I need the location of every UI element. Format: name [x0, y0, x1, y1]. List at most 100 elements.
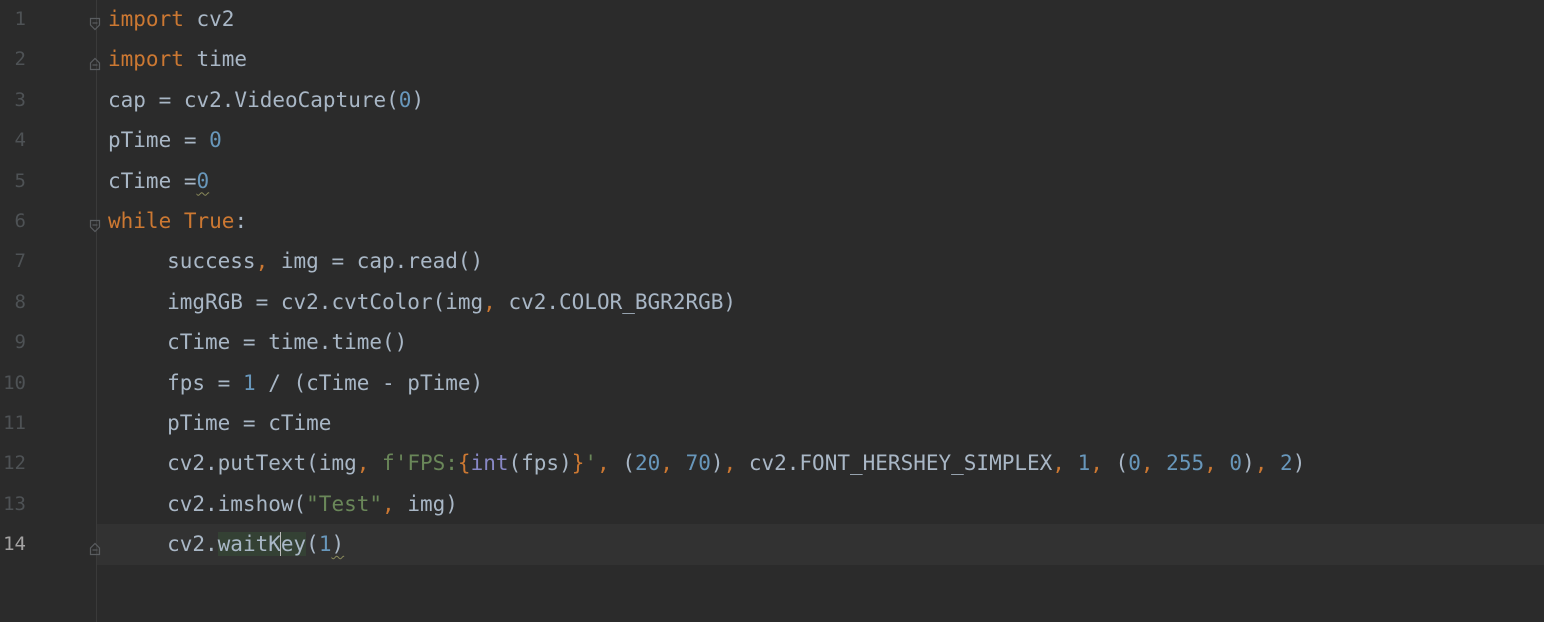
code-line[interactable]: cv2.waitKey(1) — [167, 524, 344, 564]
code-token: time — [183, 47, 248, 72]
code-token: , — [483, 289, 496, 314]
code-token: cv2.FONT_HERSHEY_SIMPLEX — [736, 451, 1053, 476]
code-token: , — [1254, 451, 1268, 476]
line-number: 2 — [14, 48, 26, 71]
code-line[interactable]: import cv2 — [108, 0, 234, 39]
code-token: , — [660, 451, 673, 476]
code-token: pTime = cTime — [167, 411, 332, 435]
fold-end-icon[interactable] — [89, 537, 101, 556]
code-token: 1 — [318, 532, 332, 557]
code-token: int — [470, 451, 509, 476]
code-line[interactable]: while True: — [108, 201, 247, 241]
code-token: True — [183, 209, 235, 233]
code-token: ( — [1102, 451, 1129, 476]
line-number: 12 — [3, 452, 26, 475]
fold-end-icon[interactable] — [89, 52, 101, 71]
line-number: 5 — [14, 169, 26, 192]
code-token: cv2.putText(img — [167, 451, 357, 476]
code-token: : — [234, 209, 248, 233]
code-token: { — [457, 451, 471, 476]
code-token: cv2 — [183, 7, 235, 31]
code-line[interactable]: cv2.putText(img, f'FPS:{int(fps)}', (20,… — [167, 443, 1305, 483]
code-token: imgRGB = cv2.cvtColor(img — [167, 289, 484, 314]
code-token: 0 — [1229, 451, 1243, 476]
code-token: , — [255, 249, 269, 274]
code-token: 0 — [1128, 451, 1141, 476]
code-token: cTime = time.time() — [167, 330, 408, 355]
line-number: 6 — [14, 210, 26, 232]
code-token: cv2.imshow( — [167, 491, 307, 516]
code-line[interactable]: cTime =0 — [108, 161, 209, 201]
code-token: } — [571, 451, 585, 476]
code-token: cv2.COLOR_BGR2RGB) — [495, 289, 737, 314]
code-token: , — [1204, 451, 1217, 476]
code-token: waitK — [217, 532, 281, 557]
code-token: while — [108, 209, 172, 233]
line-number: 10 — [3, 371, 26, 394]
code-line[interactable]: fps = 1 / (cTime - pTime) — [167, 363, 483, 403]
code-token: (fps) — [508, 451, 572, 476]
code-line[interactable]: cap = cv2.VideoCapture(0) — [108, 80, 424, 120]
code-token: 1 — [1077, 451, 1091, 476]
fold-start-icon[interactable] — [89, 214, 101, 233]
code-token: cTime = — [108, 168, 197, 193]
code-line[interactable]: pTime = cTime — [167, 403, 331, 443]
code-token: img = cap.read() — [268, 249, 484, 274]
code-token: import — [108, 7, 184, 31]
code-token: ) — [1242, 451, 1255, 476]
code-token: "Test" — [306, 491, 383, 516]
code-token: 0 — [398, 87, 412, 112]
code-token: ( — [609, 451, 635, 476]
line-number: 8 — [14, 290, 26, 313]
code-token: ) — [331, 532, 345, 557]
code-token: , — [723, 451, 737, 476]
fold-start-icon[interactable] — [89, 12, 101, 31]
line-number: 13 — [3, 492, 26, 515]
line-number-gutter[interactable]: 1 2 3 4 5 6 7 8 9 10 11 12 13 14 — [0, 0, 96, 622]
code-editor[interactable]: 1 2 3 4 5 6 7 8 9 10 11 12 13 14 import cv2 import tim… — [0, 0, 1544, 622]
code-text-area[interactable]: import cv2 import time cap = cv2.VideoCapt… — [108, 0, 1528, 622]
code-token: , — [1090, 451, 1103, 476]
code-line[interactable]: cTime = time.time() — [167, 322, 407, 362]
code-token: pTime = — [108, 128, 210, 153]
line-number: 7 — [14, 250, 26, 273]
code-token: ) — [1292, 451, 1306, 476]
code-token: f'FPS: — [382, 451, 458, 476]
line-number: 14 — [3, 533, 26, 556]
code-line[interactable]: success, img = cap.read() — [167, 241, 483, 281]
code-token: img) — [394, 491, 458, 516]
code-token: , — [382, 491, 395, 516]
code-token: ( — [306, 532, 319, 557]
code-token: 255 — [1166, 451, 1205, 476]
code-token: success — [167, 249, 256, 274]
line-number: 4 — [14, 129, 26, 152]
code-token: import — [108, 47, 184, 72]
code-token: , — [597, 451, 610, 476]
code-line[interactable]: import time — [108, 39, 247, 79]
code-line[interactable]: cv2.imshow("Test", img) — [167, 484, 458, 524]
code-token: , — [356, 451, 370, 476]
code-token: 70 — [685, 451, 711, 476]
code-token: 1 — [242, 370, 256, 395]
line-number: 11 — [3, 412, 26, 434]
line-number: 9 — [14, 331, 26, 354]
code-token: , — [1140, 451, 1154, 476]
code-token: / (cTime - pTime) — [255, 370, 484, 395]
code-line[interactable]: imgRGB = cv2.cvtColor(img, cv2.COLOR_BGR… — [167, 282, 736, 322]
code-token: , — [1052, 451, 1065, 476]
code-token: ) — [710, 451, 724, 476]
code-token: 2 — [1280, 451, 1293, 476]
code-token: ) — [411, 87, 425, 112]
code-line[interactable]: pTime = 0 — [108, 120, 222, 160]
code-token: fps = — [167, 370, 243, 395]
code-token: ' — [584, 451, 598, 476]
code-token: 20 — [634, 451, 661, 476]
code-token: ey — [280, 532, 307, 557]
